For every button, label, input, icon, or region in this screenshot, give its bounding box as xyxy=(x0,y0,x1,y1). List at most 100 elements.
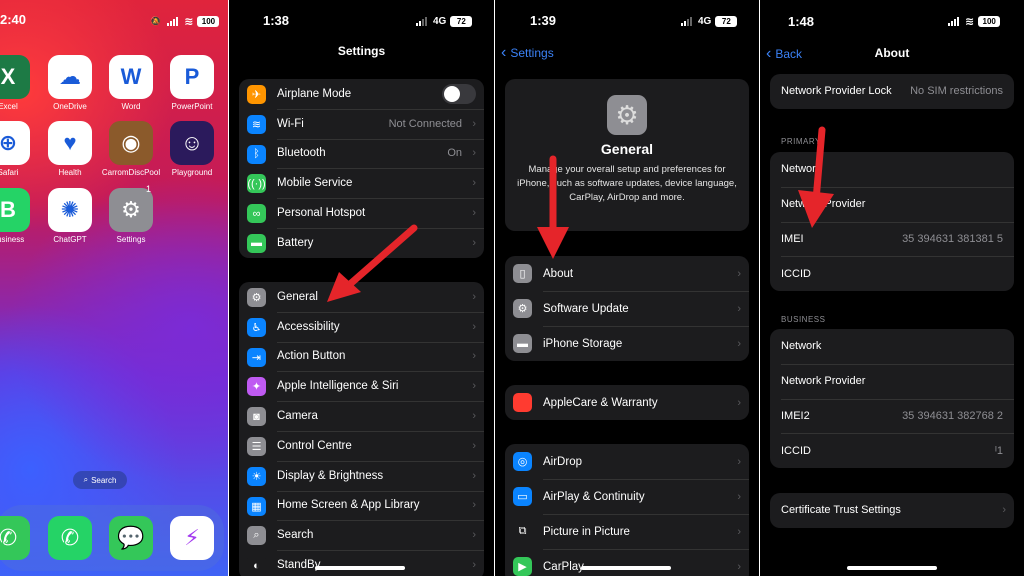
chatgpt-icon: ✺ xyxy=(60,197,80,222)
row-iccid[interactable]: ICCID xyxy=(770,256,1014,291)
home-search-button[interactable]: ⌕ Search xyxy=(73,471,127,489)
status-bar: 🔕 ≋ 100 xyxy=(150,12,220,30)
app-label: Playground xyxy=(171,168,213,177)
row-control-centre[interactable]: ☰ Control Centre › xyxy=(239,430,484,461)
row-iccid[interactable]: ICCID ᴵ1 xyxy=(770,433,1014,468)
row-imei2[interactable]: IMEI2 35 394631 382768 2 xyxy=(770,398,1014,434)
row-battery[interactable]: ▬ Battery › xyxy=(239,227,484,258)
chevron-right-icon: › xyxy=(472,350,476,363)
row-wi-fi[interactable]: ≋ Wi-Fi Not Connected › xyxy=(239,108,484,139)
network-provider-lock-row[interactable]: Network Provider Lock No SIM restriction… xyxy=(770,74,1014,109)
row-label: Network xyxy=(781,340,822,353)
chevron-right-icon: › xyxy=(472,117,476,130)
applecare-group: AppleCare & Warranty › xyxy=(505,385,749,420)
app-whatsapp-business[interactable]: B xyxy=(0,188,30,232)
status-time: 1:39 xyxy=(530,13,557,28)
app-word[interactable]: W xyxy=(109,55,153,99)
app-carrom[interactable]: ◉ xyxy=(109,121,153,165)
row-personal-hotspot[interactable]: ∞ Personal Hotspot › xyxy=(239,198,484,228)
app-health[interactable]: ♥ xyxy=(48,121,92,165)
row-imei[interactable]: IMEI 35 394631 381381 5 xyxy=(770,221,1014,257)
app-powerpoint[interactable]: P xyxy=(170,55,214,99)
signal-icon xyxy=(416,16,427,26)
row-accessibility[interactable]: ♿ Accessibility › xyxy=(239,311,484,342)
system-group: ⚙ General › ♿ Accessibility › ⇥ Action Button › ✦… xyxy=(239,282,484,576)
settings-icon: ⚙ xyxy=(121,197,141,222)
app-excel[interactable]: X xyxy=(0,55,30,99)
row-airplane-mode[interactable]: ✈ Airplane Mode xyxy=(239,79,484,109)
status-bar: 4G 72 xyxy=(416,12,473,30)
row-label: IMEI2 xyxy=(781,409,810,422)
row-bluetooth[interactable]: ᛒ Bluetooth On › xyxy=(239,138,484,169)
row-camera[interactable]: ◙ Camera › xyxy=(239,401,484,431)
chevron-right-icon: › xyxy=(472,410,476,423)
row-value: No SIM restrictions xyxy=(910,85,1003,98)
row-standby[interactable]: ◐ StandBy › xyxy=(239,550,484,576)
whatsapp-business-icon: B xyxy=(0,197,16,222)
certificate-trust-settings-row[interactable]: Certificate Trust Settings › xyxy=(770,493,1014,528)
phone-about-icon: ▯ xyxy=(513,264,532,283)
app-playground[interactable]: ☺ xyxy=(170,121,214,165)
row-airdrop[interactable]: ◎ AirDrop › xyxy=(505,444,749,479)
row-label: Network Provider xyxy=(781,198,866,211)
row-network-provider[interactable]: Network Provider xyxy=(770,363,1014,399)
row-network-provider[interactable]: Network Provider xyxy=(770,186,1014,222)
row-home-screen-app-library[interactable]: ▦ Home Screen & App Library › xyxy=(239,490,484,521)
row-value: ᴵ1 xyxy=(995,444,1003,457)
row-label: Home Screen & App Library xyxy=(277,499,420,512)
battery-indicator: 100 xyxy=(197,15,220,27)
row-carplay[interactable]: ▶ CarPlay › xyxy=(505,549,749,576)
app-onedrive[interactable]: ☁ xyxy=(48,55,92,99)
app-safari[interactable]: ⊕ xyxy=(0,121,30,165)
row-label: Action Button xyxy=(277,350,346,363)
icon-glyph: ◎ xyxy=(517,456,528,468)
app-label: Business xyxy=(0,235,25,244)
row-airplay-continuity[interactable]: ▭ AirPlay & Continuity › xyxy=(505,479,749,514)
signal-icon xyxy=(167,16,179,26)
word-icon: W xyxy=(120,64,142,89)
chevron-right-icon: › xyxy=(472,290,476,303)
dock-messages[interactable]: 💬 xyxy=(109,516,153,560)
icon-glyph: ✈ xyxy=(251,89,262,101)
hotspot-icon: ∞ xyxy=(247,204,266,224)
row-network[interactable]: Network xyxy=(770,152,1014,187)
home-indicator xyxy=(847,566,937,570)
accessibility-icon: ♿ xyxy=(247,317,266,337)
row-general[interactable]: ⚙ General › xyxy=(239,282,484,312)
home-screen-icon: ▦ xyxy=(247,496,266,516)
row-label: Picture in Picture xyxy=(543,525,630,538)
phone-icon: ✆ xyxy=(0,525,18,550)
row-label: General xyxy=(277,290,318,303)
row-action-button[interactable]: ⇥ Action Button › xyxy=(239,341,484,372)
airplane-mode-toggle[interactable] xyxy=(442,83,476,104)
row-search[interactable]: ⌕ Search › xyxy=(239,520,484,550)
chevron-right-icon: › xyxy=(472,320,476,333)
dock-whatsapp[interactable]: ✆ xyxy=(48,516,92,560)
app-chatgpt[interactable]: ✺ xyxy=(48,188,92,232)
safari-icon: ⊕ xyxy=(0,130,18,155)
row-software-update[interactable]: ⚙ Software Update › xyxy=(505,291,749,326)
app-settings[interactable]: ⚙ xyxy=(109,188,153,232)
chevron-right-icon: › xyxy=(737,525,741,538)
row-mobile-service[interactable]: ((·)) Mobile Service › xyxy=(239,168,484,198)
row-apple-intelligence-siri[interactable]: ✦ Apple Intelligence & Siri › xyxy=(239,371,484,401)
row-applecare-warranty[interactable]: AppleCare & Warranty › xyxy=(505,385,749,420)
health-icon: ♥ xyxy=(63,130,77,155)
back-button[interactable]: ‹ Settings xyxy=(501,44,554,62)
row-iphone-storage[interactable]: ▬ iPhone Storage › xyxy=(505,326,749,361)
row-label: AirPlay & Continuity xyxy=(543,490,645,503)
icon-glyph: ◙ xyxy=(253,410,260,423)
wifi-icon: ≋ xyxy=(247,114,266,134)
row-network[interactable]: Network xyxy=(770,329,1014,364)
row-picture-in-picture[interactable]: ⧉ Picture in Picture › xyxy=(505,514,749,549)
settings-badge: 1 xyxy=(146,184,152,194)
status-bar: 4G 72 xyxy=(681,12,738,30)
status-time: 1:48 xyxy=(788,14,815,29)
row-display-brightness[interactable]: ☀ Display & Brightness › xyxy=(239,460,484,491)
row-about[interactable]: ▯ About › xyxy=(505,256,749,291)
dock-messenger[interactable]: ⚡ xyxy=(170,516,214,560)
onedrive-icon: ☁ xyxy=(59,64,81,89)
app-label: ChatGPT xyxy=(53,235,87,244)
dock-phone[interactable]: ✆ xyxy=(0,516,30,560)
primary-group: Network Network Provider IMEI 35 394631 381… xyxy=(770,152,1014,292)
